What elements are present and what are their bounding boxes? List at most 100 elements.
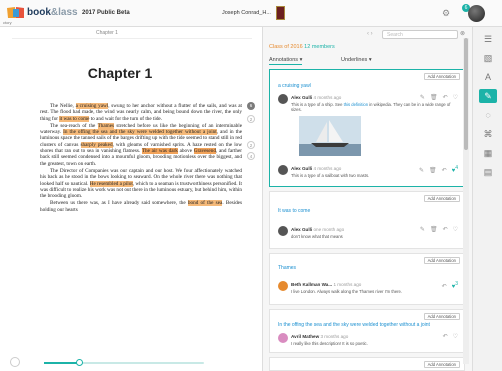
- annotation-actions: ↶ ♡: [438, 333, 458, 340]
- brand-tagline: ctory: [3, 20, 12, 25]
- book-title[interactable]: 2017 Public Beta: [82, 10, 130, 16]
- highlighted-passage[interactable]: bond of the sea: [187, 200, 223, 207]
- annotation-item: Avril Mathew 3 months ago ↶ ♡ I really li…: [278, 333, 458, 351]
- annotation-item: Alex Gulli one month ago ✎ 🗑 ↶ ♡ don't know…: [278, 226, 458, 244]
- image-icon[interactable]: ▧: [479, 51, 497, 65]
- font-size-icon[interactable]: A: [479, 70, 497, 84]
- annotator-name[interactable]: Beth Kallman Wa... 1 months ago: [291, 282, 361, 287]
- annotator-avatar[interactable]: [278, 333, 288, 343]
- table-icon[interactable]: ▦: [479, 146, 497, 160]
- book-paragraph[interactable]: The Nellie, a cruising yawl, swung to he…: [40, 103, 242, 122]
- annotation-text: don't know what that means: [291, 234, 343, 239]
- edit-icon[interactable]: ✎: [420, 95, 425, 101]
- margin-annotation-count[interactable]: 4: [247, 152, 255, 160]
- text-run: Between us there was, as I have already …: [50, 200, 188, 207]
- reply-icon[interactable]: ↶: [443, 95, 448, 101]
- annotation-card[interactable]: Add Annotation It was to come Alex Gulli…: [269, 191, 465, 249]
- edit-icon[interactable]: ✎: [420, 227, 425, 233]
- highlighted-passage[interactable]: it was to come: [59, 115, 90, 122]
- top-bar: book&lass ctory 2017 Public Beta Joseph …: [0, 0, 502, 27]
- text-run: to and wait for the turn of the tide.: [89, 115, 163, 122]
- reader-pane: Chapter 1 Chapter 1 The Nellie, a cruisi…: [0, 27, 262, 371]
- book-logo-icon: [7, 7, 24, 18]
- annotation-text: This is a type of a ship. See this defin…: [291, 102, 451, 112]
- highlighted-passage[interactable]: He resembled a pilot: [89, 180, 133, 187]
- margin-annotation-count[interactable]: 6: [247, 102, 255, 110]
- book-paragraph[interactable]: Between us there was, as I have already …: [40, 200, 242, 213]
- annotation-card[interactable]: Add Annotation Thames Beth Kallman Wa...…: [269, 253, 465, 305]
- reading-progress-handle[interactable]: [76, 359, 84, 366]
- book-paragraph[interactable]: The sea-reach of the Thames stretched be…: [40, 122, 242, 167]
- user-avatar[interactable]: [468, 5, 485, 22]
- annotator-avatar[interactable]: [278, 226, 288, 236]
- annotations-icon[interactable]: ✎: [479, 89, 497, 103]
- search-input[interactable]: Search: [382, 30, 458, 39]
- right-toolbar: ☰ ▧ A ✎ ◌ ⌘ ▦ ▤: [472, 27, 502, 371]
- annotation-actions: ✎ 🗑 ↶ ♡: [415, 94, 458, 101]
- annotator-avatar[interactable]: [278, 165, 288, 175]
- filter-bar: Annotations ▾ Underlines ▾: [267, 55, 467, 65]
- annotator-avatar[interactable]: [278, 94, 288, 104]
- annotation-item: Alex Gulli 4 months ago ✎ 🗑 ↶ ♡ This is a t…: [278, 94, 458, 156]
- book-paragraph[interactable]: The Director of Companies was our captai…: [40, 168, 242, 199]
- annotation-card[interactable]: Add Annotation: [269, 357, 465, 371]
- text-run: The sea-reach of the: [50, 122, 98, 129]
- reading-progress-fill: [44, 362, 80, 364]
- reading-progress-bar[interactable]: [44, 359, 204, 366]
- annotation-quote[interactable]: Thames: [278, 265, 296, 271]
- filter-annotations[interactable]: Annotations ▾: [269, 55, 303, 65]
- brand-logo[interactable]: book&lass: [27, 7, 78, 18]
- annotation-card[interactable]: Add Annotation In the offing the sea and…: [269, 309, 465, 353]
- like-icon[interactable]: ♡: [453, 95, 458, 101]
- document-icon[interactable]: ▤: [479, 165, 497, 179]
- bookmark-icon[interactable]: [276, 6, 285, 20]
- margin-annotation-count[interactable]: 2: [247, 115, 255, 123]
- annotation-item: Alex Gulli 4 months ago ✎ 🗑 ↶ ♥4 This is a …: [278, 165, 458, 183]
- like-icon[interactable]: ♡: [453, 227, 458, 233]
- settings-icon[interactable]: ⚙: [442, 8, 450, 19]
- annotation-item: Beth Kallman Wa... 1 months ago ↶ ♥3 I li…: [278, 281, 458, 301]
- class-name[interactable]: Class of 2016: [269, 44, 303, 50]
- add-annotation-button[interactable]: Add Annotation: [423, 313, 460, 320]
- like-icon[interactable]: ♡: [453, 334, 458, 340]
- annotation-text: I live London. Always walk along the Tha…: [291, 289, 403, 294]
- panel-nav-arrows[interactable]: ‹ ›: [367, 31, 373, 37]
- chapter-title: Chapter 1: [87, 65, 153, 81]
- members-link[interactable]: 12 members: [304, 44, 335, 50]
- panel-scrollbar-thumb[interactable]: [464, 38, 468, 150]
- annotation-quote[interactable]: In the offing the sea and the sky were w…: [278, 322, 430, 328]
- add-annotation-button[interactable]: Add Annotation: [423, 73, 460, 80]
- annotator-name[interactable]: Avril Mathew 3 months ago: [291, 334, 348, 339]
- chapter-header[interactable]: Chapter 1: [96, 30, 118, 36]
- chat-icon[interactable]: ◌: [479, 108, 497, 122]
- annotation-text: This is a type of a sailboat with two ma…: [291, 173, 370, 178]
- margin-annotation-count[interactable]: 2: [247, 141, 255, 149]
- filter-underlines[interactable]: Underlines ▾: [341, 55, 372, 65]
- add-annotation-button[interactable]: Add Annotation: [423, 257, 460, 264]
- annotation-quote[interactable]: It was to come: [278, 208, 310, 214]
- search-icon[interactable]: ⊗: [460, 30, 465, 37]
- delete-icon[interactable]: 🗑: [430, 95, 438, 101]
- annotator-avatar[interactable]: [278, 281, 288, 291]
- annotator-name[interactable]: Alex Gulli one month ago: [291, 227, 344, 232]
- reply-icon[interactable]: ↶: [443, 334, 448, 340]
- menu-icon[interactable]: ☰: [479, 32, 497, 46]
- book-text[interactable]: The Nellie, a cruising yawl, swung to he…: [40, 103, 242, 214]
- sailboat-image: [299, 116, 361, 156]
- annotator-name[interactable]: Alex Gulli 4 months ago: [291, 166, 341, 171]
- annotation-text: I really like this description! It is so…: [291, 341, 368, 346]
- highlighted-passage[interactable]: Thames: [97, 122, 115, 129]
- page-scroll-handle[interactable]: [10, 357, 20, 367]
- delete-icon[interactable]: 🗑: [430, 227, 438, 233]
- author-name[interactable]: Joseph Conrad_H...: [222, 10, 271, 16]
- annotation-quote[interactable]: a cruising yawl: [278, 83, 311, 89]
- annotator-name[interactable]: Alex Gulli 4 months ago: [291, 95, 341, 100]
- collection-icon[interactable]: ⌘: [479, 127, 497, 141]
- header-divider: [12, 38, 252, 39]
- annotations-panel: ‹ › Search ⊗ Class of 2016 12 members An…: [262, 27, 472, 371]
- reply-icon[interactable]: ↶: [443, 227, 448, 233]
- add-annotation-button[interactable]: Add Annotation: [423, 195, 460, 202]
- annotation-card[interactable]: Add Annotation a cruising yawl Alex Gull…: [269, 69, 465, 187]
- add-annotation-button[interactable]: Add Annotation: [423, 361, 460, 368]
- highlighted-passage[interactable]: sharply peaked: [80, 141, 113, 148]
